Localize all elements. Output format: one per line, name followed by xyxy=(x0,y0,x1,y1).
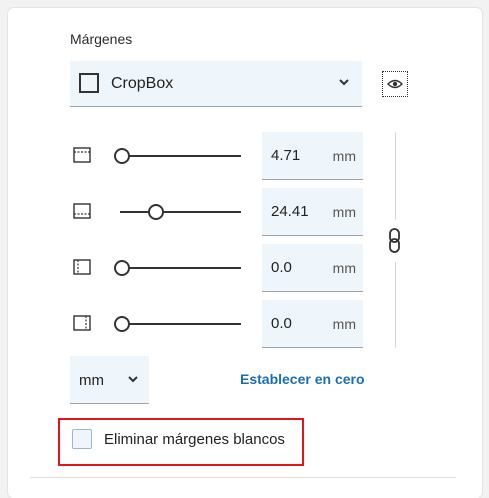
margin-top-icon xyxy=(73,147,91,163)
eye-icon xyxy=(387,79,403,89)
margin-bottom-slider-thumb[interactable] xyxy=(147,204,164,220)
margin-left-value: 0.0 xyxy=(271,259,292,276)
remove-white-margins-checkbox[interactable] xyxy=(72,429,92,449)
margin-bottom-unit: mm xyxy=(332,204,356,220)
margin-top-slider-thumb[interactable] xyxy=(114,148,130,164)
margin-bottom-value: 24.41 xyxy=(271,203,309,220)
margin-right-input[interactable]: 0.0 mm xyxy=(262,300,363,348)
margin-row-left: 0.0 mm xyxy=(0,244,489,292)
margin-left-unit: mm xyxy=(332,260,356,276)
margin-left-input[interactable]: 0.0 mm xyxy=(262,244,363,292)
remove-white-margins-label[interactable]: Eliminar márgenes blancos xyxy=(104,431,285,448)
unit-select-value: mm xyxy=(79,372,104,389)
margin-top-unit: mm xyxy=(332,148,356,164)
margin-right-value: 0.0 xyxy=(271,315,292,332)
link-connector-top xyxy=(395,132,396,220)
unit-select[interactable]: mm xyxy=(70,356,149,404)
divider xyxy=(30,477,456,478)
chevron-down-icon xyxy=(339,79,349,86)
margin-row-right: 0.0 mm xyxy=(0,300,489,348)
margin-right-unit: mm xyxy=(332,316,356,332)
reset-to-zero-link[interactable]: Establecer en cero xyxy=(240,371,365,387)
margin-right-slider-track[interactable] xyxy=(120,323,241,325)
margin-right-slider-thumb[interactable] xyxy=(114,316,130,332)
margin-top-input[interactable]: 4.71 mm xyxy=(262,132,363,180)
link-icon[interactable] xyxy=(386,227,404,255)
margin-left-icon xyxy=(73,259,91,275)
margin-left-slider-thumb[interactable] xyxy=(114,260,130,276)
box-square-icon xyxy=(79,73,99,93)
margin-left-slider-track[interactable] xyxy=(120,267,241,269)
margin-bottom-icon xyxy=(73,203,91,219)
box-type-select[interactable]: CropBox xyxy=(70,61,362,107)
box-type-value: CropBox xyxy=(111,75,174,92)
margin-top-value: 4.71 xyxy=(271,147,301,164)
margin-right-icon xyxy=(73,315,91,331)
margin-top-slider-track[interactable] xyxy=(120,155,241,157)
margin-row-bottom: 24.41 mm xyxy=(0,188,489,236)
margin-row-top: 4.71 mm xyxy=(0,132,489,180)
section-title: Márgenes xyxy=(70,31,133,47)
preview-toggle-button[interactable] xyxy=(382,71,408,97)
link-connector-bottom xyxy=(395,262,396,348)
margin-bottom-input[interactable]: 24.41 mm xyxy=(262,188,363,236)
chevron-down-icon xyxy=(128,376,138,383)
margin-bottom-slider-track[interactable] xyxy=(120,211,241,213)
